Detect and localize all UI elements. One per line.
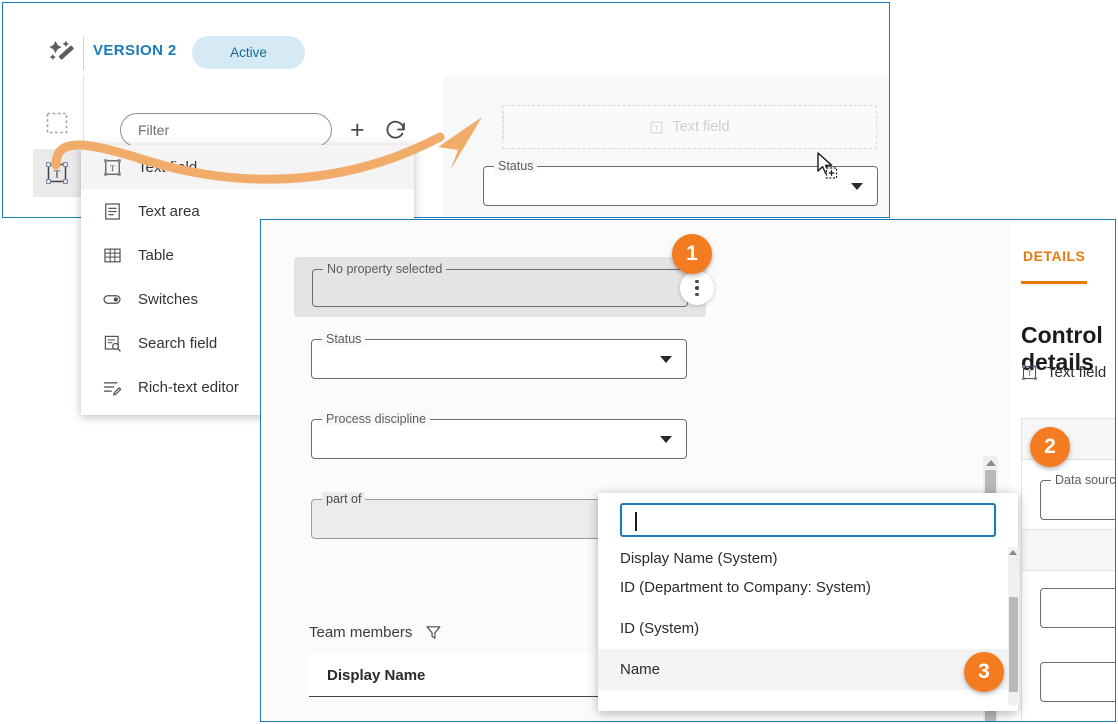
data-source-select[interactable]: Data source	[1040, 473, 1115, 520]
funnel-icon[interactable]	[425, 624, 442, 641]
form-field-status[interactable]: Status	[311, 332, 687, 379]
drop-target-label: Text field	[672, 119, 730, 135]
insertion-caret	[503, 112, 504, 140]
hidden-field-1[interactable]	[1040, 588, 1115, 628]
tab-rules[interactable]: RULES (1)	[1115, 242, 1116, 280]
drop-target-placeholder[interactable]: T Text field	[502, 105, 877, 149]
text-field-icon: T	[1022, 365, 1037, 380]
data-source-dropdown[interactable]: Display Name (System) ID (Department to …	[598, 493, 1018, 711]
tab-details[interactable]: DETAILS	[1021, 242, 1088, 284]
list-item[interactable]: Name	[598, 649, 1018, 690]
palette-item-label: Switches	[138, 290, 199, 308]
data-source-label: Data source	[1051, 473, 1115, 487]
column-header-display-name: Display Name	[327, 666, 426, 684]
dropdown-search-input[interactable]	[620, 503, 996, 537]
screenshot-root: VERSION 2 Active T Filter + T Text field…	[0, 0, 1118, 724]
text-area-icon	[102, 201, 122, 221]
chevron-down-icon	[851, 183, 863, 190]
search-field-icon	[102, 333, 122, 353]
refresh-icon[interactable]	[384, 118, 408, 142]
text-field-icon: T	[102, 157, 122, 177]
field-label: Process discipline	[322, 412, 431, 426]
details-content: Control details T Text field textbox-1	[1010, 288, 1115, 721]
chevron-down-icon	[660, 356, 672, 363]
scroll-up-arrow-icon[interactable]	[985, 460, 996, 466]
text-field-icon: T	[46, 162, 69, 185]
version-label: VERSION 2	[93, 42, 177, 59]
property-selector-box[interactable]: No property selected	[294, 257, 714, 317]
field-label: Status	[322, 332, 366, 346]
dropdown-option-list[interactable]: Display Name (System) ID (Department to …	[598, 547, 1018, 711]
tool-rail: T	[3, 75, 83, 217]
property-selector-field[interactable]: No property selected	[312, 262, 688, 307]
rich-text-icon	[102, 377, 122, 397]
dashed-container-icon	[46, 112, 68, 134]
filter-placeholder: Filter	[138, 122, 170, 138]
header-divider	[83, 36, 84, 70]
chevron-down-icon	[660, 436, 672, 443]
scroll-up-arrow-icon[interactable]	[1008, 550, 1017, 555]
field-label: part of	[322, 492, 366, 506]
toggle-icon	[102, 289, 122, 309]
palette-item-label: Rich-text editor	[138, 378, 239, 396]
svg-text:T: T	[54, 168, 61, 180]
svg-text:T: T	[1027, 368, 1032, 377]
hidden-field-2[interactable]	[1040, 662, 1115, 702]
palette-item-label: Text area	[138, 202, 200, 220]
palette-item-text-field[interactable]: T Text field	[81, 145, 414, 189]
filter-input[interactable]: Filter	[120, 113, 332, 147]
version-header: VERSION 2 Active	[3, 3, 889, 75]
palette-item-label: Text field	[138, 158, 198, 176]
callout-badge-2: 2	[1030, 427, 1070, 467]
details-panel: DETAILS RULES (1) Control details T Text…	[1010, 220, 1115, 721]
design-canvas: T Text field Status	[443, 76, 889, 217]
drag-copy-cursor	[817, 152, 838, 179]
text-field-icon: T	[651, 121, 663, 133]
section-secondary-header[interactable]	[1021, 529, 1115, 571]
status-badge: Active	[192, 36, 305, 69]
callout-badge-1: 1	[672, 234, 712, 274]
svg-text:T: T	[655, 125, 660, 132]
dropdown-scrollbar[interactable]	[1008, 547, 1019, 705]
scrollbar-thumb[interactable]	[1009, 597, 1018, 692]
palette-item-label: Table	[138, 246, 174, 264]
control-type-row: T Text field	[1021, 364, 1106, 381]
list-item[interactable]: Display Name (System)	[598, 547, 1018, 567]
list-item[interactable]: ID (Department to Company: System)	[598, 567, 1018, 608]
list-item[interactable]: ID (System)	[598, 608, 1018, 649]
table-icon	[102, 245, 122, 265]
form-field-process-discipline[interactable]: Process discipline	[311, 412, 687, 459]
add-button[interactable]: +	[350, 118, 365, 143]
text-field-tool[interactable]: T	[33, 149, 81, 197]
canvas-status-label: Status	[494, 159, 538, 173]
more-vertical-icon[interactable]	[680, 271, 714, 305]
svg-text:T: T	[109, 163, 114, 172]
team-members-title: Team members	[309, 623, 413, 641]
magic-wand-icon	[49, 40, 74, 61]
text-caret	[635, 512, 637, 531]
palette-item-label: Search field	[138, 334, 218, 352]
control-type-label: Text field	[1047, 364, 1107, 381]
callout-badge-3: 3	[964, 652, 1004, 692]
container-tool[interactable]	[33, 99, 81, 147]
property-selector-label: No property selected	[323, 262, 447, 276]
details-tabs: DETAILS RULES (1)	[1010, 242, 1116, 284]
